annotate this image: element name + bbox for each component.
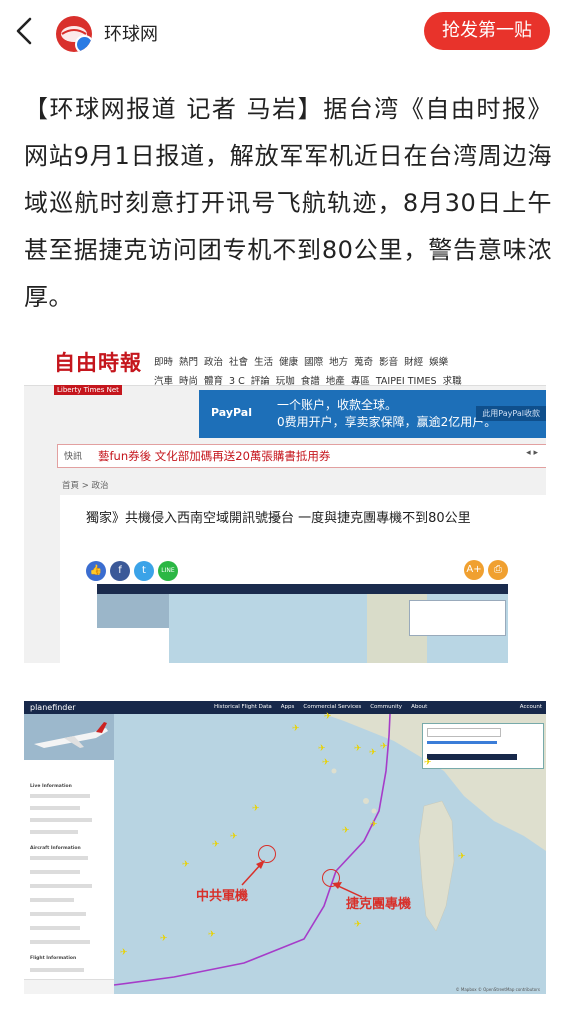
source-name[interactable]: 环球网 <box>104 20 158 46</box>
embedded-map-search-panel <box>409 600 506 636</box>
liberty-times-screenshot[interactable]: 自由時報 Liberty Times Net 即時 熱門 政治 社會 生活 健康 國際 地方蒐… <box>24 345 546 663</box>
planefinder-screenshot[interactable]: planefinder Historical Flight Data Apps Co… <box>24 701 546 994</box>
article-card: 獨家》共機侵入西南空域開訊號擾台 一度與捷克團專機不到80公里 👍 f t LI… <box>60 495 546 663</box>
ad-button: 此用PayPal收款 <box>476 406 546 421</box>
ad-line-1: 一个账户，收款全球。 <box>277 398 398 412</box>
headline: 獨家》共機侵入西南空域開訊號擾台 一度與捷克團專機不到80公里 <box>86 511 471 526</box>
facebook-icon: f <box>110 561 130 581</box>
font-size-icon: A+ <box>464 560 484 580</box>
print-icon: ⎙ <box>488 560 508 580</box>
breaking-controls: ◂ ▸ <box>526 448 538 458</box>
verified-badge-icon <box>75 35 92 52</box>
line-icon: LINE <box>158 561 178 581</box>
back-arrow-icon[interactable] <box>12 14 38 48</box>
nav-item: 食譜 <box>300 376 320 387</box>
liberty-times-logo: 自由時報 Liberty Times Net <box>54 347 142 395</box>
nav-item: 娛樂 <box>429 357 449 368</box>
liberty-times-nav: 即時 熱門 政治 社會 生活 健康 國際 地方 蒐奇 影音 財經 娛樂 汽車 時尚 體育 3 C 評論 玩咖 食譜… <box>154 350 544 388</box>
nav-item: 地方 <box>329 357 349 368</box>
nav-item: 評論 <box>250 376 270 387</box>
logo-chinese: 自由時報 <box>54 350 142 375</box>
source-avatar[interactable] <box>56 16 92 52</box>
nav-item: 體育 <box>204 376 224 387</box>
breaking-text: 藝fun券後 文化部加碼再送20萬張購書抵用券 <box>98 449 331 463</box>
ad-line-2: 0费用开户，享卖家保障，赢逾2亿用户。 <box>277 415 497 429</box>
nav-item: 玩咖 <box>275 376 295 387</box>
nav-item: 專區 <box>350 376 370 387</box>
nav-item: 蒐奇 <box>354 357 374 368</box>
annotation-arrows <box>241 860 363 898</box>
nav-item: 即時 <box>154 357 174 368</box>
nav-item: 財經 <box>404 357 424 368</box>
embedded-flight-map <box>97 584 508 663</box>
breaking-news-bar: 快訊 藝fun券後 文化部加碼再送20萬張購書抵用券 ◂ ▸ <box>57 444 546 468</box>
nav-item: 熱門 <box>179 357 199 368</box>
liberty-times-header: 自由時報 Liberty Times Net 即時 熱門 政治 社會 生活 健康 國際 地方蒐… <box>24 345 546 395</box>
nav-item: 政治 <box>204 357 224 368</box>
breaking-tag: 快訊 <box>64 452 83 462</box>
czech-aircraft-label: 捷克團專機 <box>346 897 412 912</box>
breadcrumb: 首頁 > 政治 <box>62 481 109 491</box>
nav-item: 求職 <box>442 376 462 387</box>
nav-item: TAIPEI TIMES <box>375 376 437 387</box>
nav-item: 健康 <box>279 357 299 368</box>
nav-item: 國際 <box>304 357 324 368</box>
nav-item: 3 C <box>229 376 245 387</box>
nav-item: 社會 <box>229 357 249 368</box>
nav-item: 汽車 <box>154 376 174 387</box>
nav-row-2: 汽車 時尚 體育 3 C 評論 玩咖 食譜 地產 專區 TAIPEI TIMES 求職 <box>154 369 544 388</box>
nav-item: 影音 <box>379 357 399 368</box>
paypal-ad: PayPal 一个账户，收款全球。 0费用开户，享卖家保障，赢逾2亿用户。 此用… <box>199 390 546 438</box>
nav-item: 時尚 <box>179 376 199 387</box>
twitter-icon: t <box>134 561 154 581</box>
pla-aircraft-label: 中共軍機 <box>196 889 249 904</box>
top-bar: 环球网 抢发第一贴 <box>0 0 574 64</box>
article-body: 【环球网报道 记者 马岩】据台湾《自由时报》网站9月1日报道，解放军军机近日在台… <box>24 95 552 311</box>
embedded-map-topbar <box>97 584 508 594</box>
post-first-button[interactable]: 抢发第一贴 <box>424 12 550 50</box>
paypal-logo: PayPal <box>211 406 252 419</box>
nav-item: 生活 <box>254 357 274 368</box>
logo-english: Liberty Times Net <box>54 385 122 395</box>
embedded-map-sidebar <box>97 594 169 663</box>
map-credit: © Mapbox © OpenStreetMap contributors <box>455 987 540 992</box>
nav-item: 地產 <box>325 376 345 387</box>
like-icon: 👍 <box>86 561 106 581</box>
nav-row-1: 即時 熱門 政治 社會 生活 健康 國際 地方 蒐奇 影音 財經 娛樂 <box>154 350 544 369</box>
